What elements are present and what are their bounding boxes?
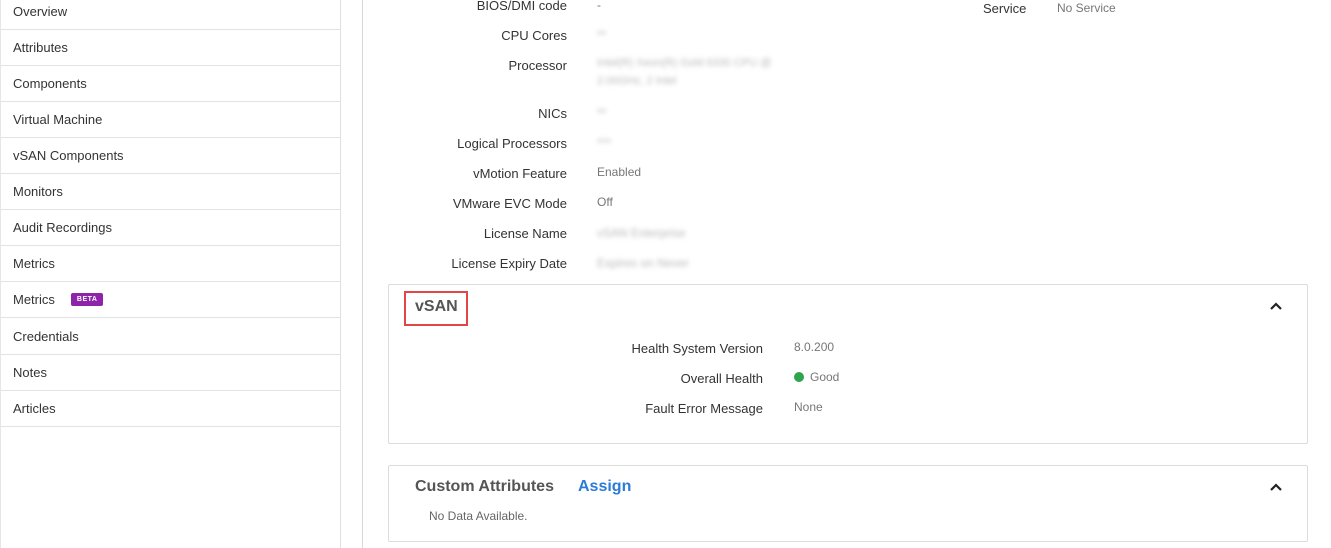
sidebar-item-label: Attributes [13, 40, 68, 55]
custom-attributes-panel: Custom Attributes Assign No Data Availab… [388, 465, 1308, 542]
custom-attributes-title: Custom Attributes [415, 478, 554, 495]
sidebar-item-label: vSAN Components [13, 148, 124, 163]
processor-value-line2: 2.00GHz, 2 Intel [597, 75, 677, 87]
sidebar-item-label: Monitors [13, 184, 63, 199]
sidebar-item-audit-recordings[interactable]: Audit Recordings [1, 210, 340, 246]
license-name-label: License Name [483, 226, 567, 241]
license-expiry-value: Expires on Never [597, 256, 690, 270]
bios-dmi-value: - [597, 0, 601, 12]
chevron-up-icon[interactable] [1269, 480, 1283, 494]
nics-value: ** [597, 106, 607, 120]
sidebar-item-label: Metrics [13, 256, 55, 271]
sidebar-item-monitors[interactable]: Monitors [1, 174, 340, 210]
chevron-up-icon[interactable] [1269, 299, 1283, 313]
vsan-title: vSAN [415, 298, 458, 315]
fault-error-value: None [794, 400, 823, 414]
sidebar-item-label: Audit Recordings [13, 220, 112, 235]
sidebar-item-overview[interactable]: Overview [1, 0, 340, 30]
sidebar-item-vsan-components[interactable]: vSAN Components [1, 138, 340, 174]
evc-mode-label: VMware EVC Mode [452, 196, 567, 211]
cpu-cores-value: ** [597, 28, 607, 42]
health-system-version-label: Health System Version [631, 341, 763, 356]
vmotion-label: vMotion Feature [473, 166, 567, 181]
license-name-value: vSAN Enterprise [597, 226, 686, 240]
license-expiry-label: License Expiry Date [451, 256, 567, 271]
content-divider [362, 0, 363, 548]
sidebar-item-components[interactable]: Components [1, 66, 340, 102]
sidebar-item-label: Virtual Machine [13, 112, 103, 127]
overall-health-text: Good [810, 370, 840, 384]
vmotion-value: Enabled [597, 165, 642, 179]
sidebar-item-metrics-beta[interactable]: Metrics BETA [1, 282, 340, 318]
status-good-icon [794, 372, 804, 382]
fault-error-label: Fault Error Message [645, 401, 763, 416]
overall-health-label: Overall Health [680, 371, 763, 386]
sidebar-item-label: Credentials [13, 329, 79, 344]
sidebar-item-label: Notes [13, 365, 47, 380]
sidebar-item-notes[interactable]: Notes [1, 355, 340, 391]
overall-health-value: Good [794, 370, 839, 384]
beta-badge: BETA [70, 293, 104, 306]
sidebar-item-metrics[interactable]: Metrics [1, 246, 340, 282]
processor-label: Processor [508, 58, 567, 73]
service-value: No Service [1057, 1, 1116, 15]
evc-mode-value: Off [597, 195, 613, 209]
sidebar-item-label: Metrics [13, 292, 55, 307]
sidebar: Overview Attributes Components Virtual M… [0, 0, 348, 548]
logical-processors-value: *** [597, 136, 612, 150]
vsan-panel: vSAN Health System Version 8.0.200 Overa… [388, 284, 1308, 444]
sidebar-item-articles[interactable]: Articles [1, 391, 340, 427]
no-data-text: No Data Available. [429, 509, 528, 523]
sidebar-item-credentials[interactable]: Credentials [1, 319, 340, 355]
cpu-cores-label: CPU Cores [501, 28, 567, 43]
health-system-version-value: 8.0.200 [794, 340, 835, 354]
service-label: Service [983, 1, 1027, 16]
sidebar-nav: Overview Attributes Components Virtual M… [1, 0, 341, 548]
sidebar-item-label: Components [13, 76, 87, 91]
logical-processors-label: Logical Processors [457, 136, 567, 151]
sidebar-item-label: Overview [13, 4, 68, 19]
sidebar-item-virtual-machine[interactable]: Virtual Machine [1, 102, 340, 138]
nics-label: NICs [538, 106, 567, 121]
processor-value: Intel(R) Xeon(R) Gold 6330 CPU @ [597, 57, 772, 69]
bios-dmi-label: BIOS/DMI code [476, 0, 567, 13]
assign-link[interactable]: Assign [578, 478, 631, 496]
sidebar-item-attributes[interactable]: Attributes [1, 30, 340, 66]
sidebar-item-label: Articles [13, 401, 56, 416]
